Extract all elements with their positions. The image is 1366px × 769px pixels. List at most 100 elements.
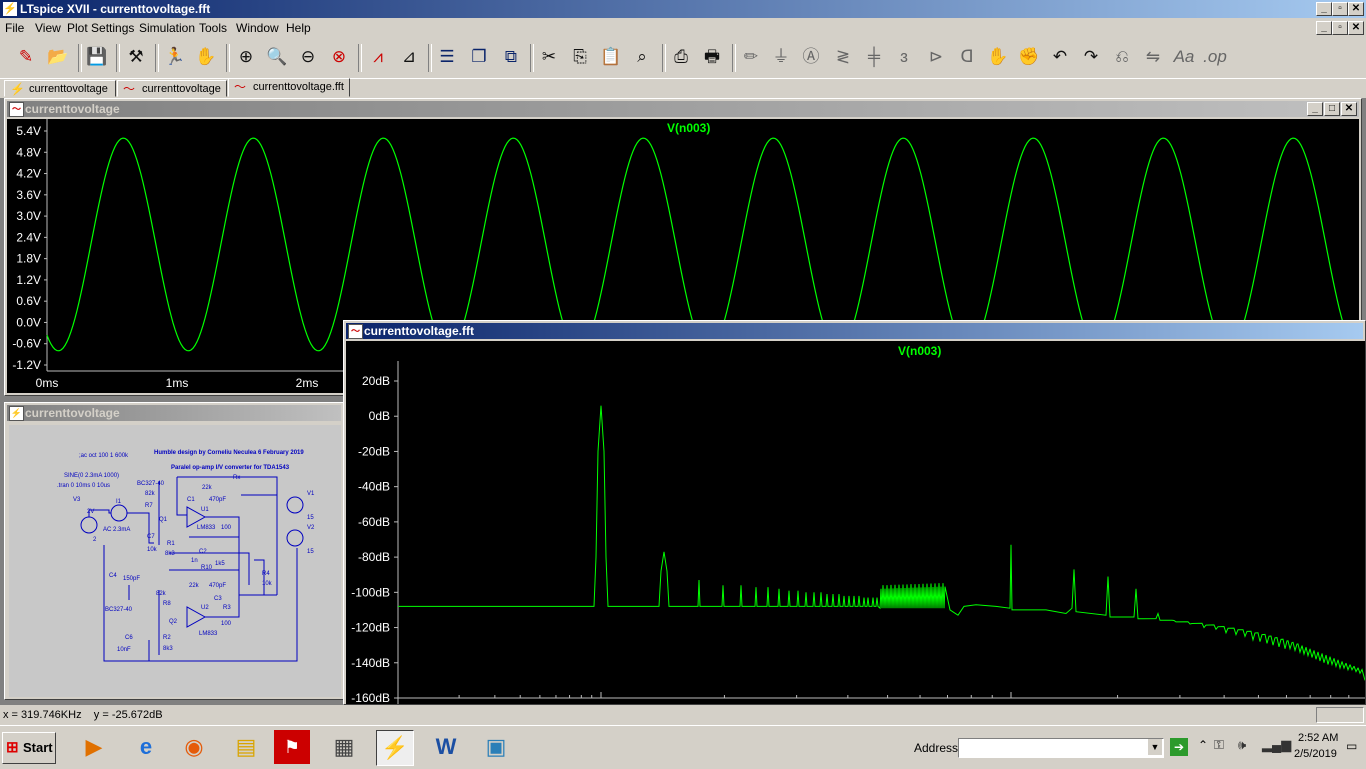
tab-fft[interactable]: 〜 currenttovoltage.fft [228, 78, 350, 97]
run-icon[interactable]: 🏃 [161, 42, 189, 72]
toolbar-separator [662, 44, 666, 72]
schematic-label: 100 [221, 525, 232, 531]
tile-icon[interactable]: ⧉ [497, 42, 525, 72]
print-icon[interactable]: 🖶 [698, 42, 726, 72]
tile-horizontal-icon[interactable]: ☰ [433, 42, 461, 72]
paste-icon[interactable]: 📋 [597, 42, 625, 72]
mdi-close-button[interactable]: ✕ [1348, 21, 1364, 35]
redo-icon[interactable]: ↷ [1077, 42, 1105, 72]
acrobat-icon[interactable]: ⚑ [274, 730, 310, 764]
file-explorer-icon[interactable]: ▤ [228, 730, 264, 764]
fft-window[interactable]: 〜 currenttovoltage.fft 20dB 0dB -20dB -40dB… [343, 320, 1366, 705]
wire-icon[interactable]: ✏ [737, 42, 765, 72]
word-icon[interactable]: W [428, 730, 464, 764]
windows-logo-icon: ⊞ [6, 739, 19, 756]
waveform-icon: 〜 [123, 82, 136, 96]
restore-button[interactable]: ▫ [1332, 2, 1348, 16]
waveform-close-button[interactable]: ✕ [1341, 102, 1357, 116]
label-icon[interactable]: Ⓐ [797, 42, 825, 72]
clock-time[interactable]: 2:52 AM [1298, 732, 1338, 744]
photo-viewer-icon[interactable]: ▣ [478, 730, 514, 764]
tray-expand-icon[interactable]: ⌃ [1198, 738, 1208, 752]
waveform-window-titlebar[interactable]: 〜 currenttovoltage _ □ ✕ [7, 101, 1359, 117]
mirror-icon[interactable]: ⇋ [1139, 42, 1167, 72]
notification-icon[interactable]: ▭ [1346, 739, 1357, 753]
menu-view[interactable]: View [35, 21, 61, 35]
cascade-icon[interactable]: ❐ [465, 42, 493, 72]
halt-icon[interactable]: ✋ [192, 42, 220, 72]
start-button[interactable]: ⊞ Start [2, 732, 56, 764]
fft-window-titlebar[interactable]: 〜 currenttovoltage.fft [346, 323, 1363, 339]
waveform-trace-label[interactable]: V(n003) [667, 121, 710, 135]
component-icon[interactable]: ᗡ [953, 42, 981, 72]
ground-icon[interactable]: ⏚ [767, 42, 795, 72]
waveform-minimize-button[interactable]: _ [1307, 102, 1323, 116]
save-icon[interactable]: 💾 [83, 42, 111, 72]
firefox-icon[interactable]: ◉ [176, 730, 212, 764]
schematic-canvas[interactable]: ;ac oct 100 1 600k Humble design by Corn… [9, 425, 341, 697]
volume-icon[interactable]: 🕪 [1238, 737, 1246, 753]
zoom-in-icon[interactable]: ⊕ [232, 42, 260, 72]
print-preview-icon[interactable]: ⎙ [667, 42, 695, 72]
toolbar-separator [732, 44, 736, 72]
signal-icon[interactable]: ▂▄▆ [1262, 737, 1291, 753]
fft-icon: 〜 [234, 80, 247, 94]
calculator-icon[interactable]: ▦ [326, 730, 362, 764]
resistor-icon[interactable]: ≷ [829, 42, 857, 72]
address-label: Address [914, 741, 959, 755]
menu-help[interactable]: Help [286, 21, 311, 35]
menu-simulation[interactable]: Simulation [139, 21, 195, 35]
go-icon[interactable]: ➔ [1170, 738, 1188, 756]
tab-waveform[interactable]: 〜 currenttovoltage [117, 80, 227, 97]
address-dropdown-icon[interactable]: ▼ [1148, 739, 1162, 755]
mdi-restore-button[interactable]: ▫ [1332, 21, 1348, 35]
drag-icon[interactable]: ✊ [1015, 42, 1043, 72]
network-tray-icon[interactable]: ⚿ [1214, 737, 1224, 753]
schematic-window-titlebar[interactable]: ⚡ currenttovoltage [7, 405, 341, 421]
copy-icon[interactable]: ⎘ [566, 42, 594, 72]
measure-icon[interactable]: ⊿ [395, 42, 423, 72]
undo-icon[interactable]: ↶ [1046, 42, 1074, 72]
mdi-minimize-button[interactable]: _ [1316, 21, 1332, 35]
inductor-icon[interactable]: ɜ [890, 42, 918, 72]
find-icon[interactable]: ⌕ [628, 42, 656, 72]
text-icon[interactable]: Aa [1170, 42, 1198, 72]
move-icon[interactable]: ✋ [984, 42, 1012, 72]
autorange-icon[interactable]: ⩘ [364, 42, 392, 72]
zoom-area-icon[interactable]: 🔍 [263, 42, 291, 72]
control-panel-icon[interactable]: ⚒ [122, 42, 150, 72]
y-tick-label: 20dB [362, 374, 390, 388]
menu-tools[interactable]: Tools [199, 21, 227, 35]
menu-window[interactable]: Window [236, 21, 279, 35]
tab-schematic[interactable]: ⚡ currenttovoltage [4, 80, 116, 97]
spice-directive-icon[interactable]: .op [1201, 42, 1229, 72]
ltspice-icon[interactable]: ⚡ [376, 730, 414, 766]
rotate-icon[interactable]: ⎌ [1108, 42, 1136, 72]
menu-file[interactable]: File [5, 21, 24, 35]
media-player-icon[interactable]: ▶ [76, 730, 112, 764]
zoom-out-icon[interactable]: ⊖ [294, 42, 322, 72]
address-input[interactable] [958, 738, 1164, 758]
fft-trace-label[interactable]: V(n003) [898, 344, 941, 358]
new-schematic-icon[interactable]: ✎ [12, 42, 40, 72]
y-tick-label: -1.2V [12, 358, 41, 372]
menu-plot-settings[interactable]: Plot Settings [67, 21, 134, 35]
clock-date[interactable]: 2/5/2019 [1294, 748, 1337, 760]
fft-plot-area[interactable]: 20dB 0dB -20dB -40dB -60dB -80dB -100dB -120dB -… [346, 341, 1365, 704]
schematic-label: 22k [202, 485, 213, 491]
capacitor-icon[interactable]: ╪ [860, 42, 888, 72]
y-tick-label: -0.6V [12, 337, 41, 351]
open-icon[interactable]: 📂 [44, 42, 72, 72]
zoom-full-icon[interactable]: ⊗ [325, 42, 353, 72]
schematic-label: I1 [116, 499, 122, 505]
schematic-label: 2V [87, 509, 94, 515]
waveform-maximize-button[interactable]: □ [1324, 102, 1340, 116]
minimize-button[interactable]: _ [1316, 2, 1332, 16]
internet-explorer-icon[interactable]: e [128, 730, 164, 764]
schematic-window[interactable]: ⚡ currenttovoltage ;ac oct 100 1 600k Hu… [4, 402, 344, 700]
close-button[interactable]: ✕ [1348, 2, 1364, 16]
diode-icon[interactable]: ⊳ [922, 42, 950, 72]
fft-chart[interactable]: 20dB 0dB -20dB -40dB -60dB -80dB -100dB -120dB -… [346, 341, 1365, 704]
schematic-label: C2 [199, 549, 207, 555]
cut-icon[interactable]: ✂ [535, 42, 563, 72]
